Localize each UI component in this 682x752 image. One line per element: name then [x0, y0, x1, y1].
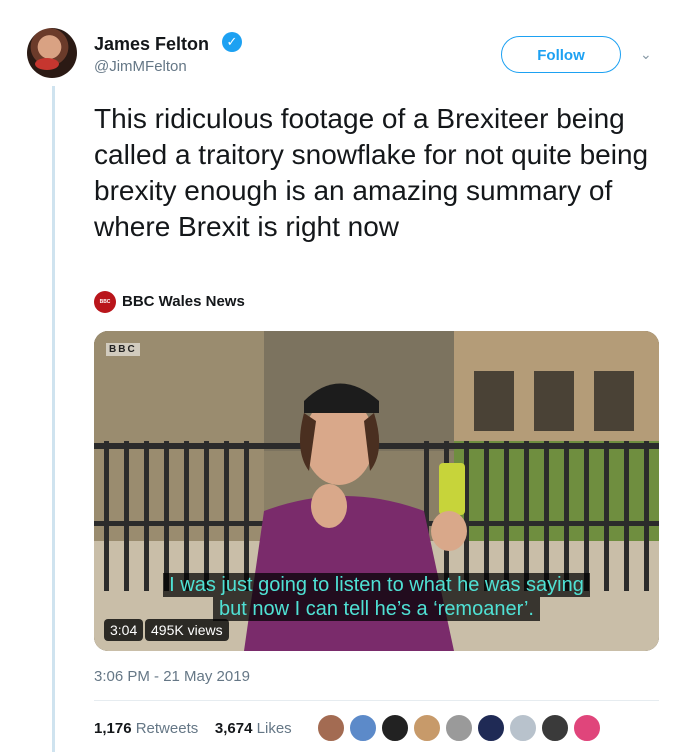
- liker-avatar[interactable]: [317, 714, 345, 742]
- video-views-badge: 495K views: [145, 619, 229, 641]
- follow-button[interactable]: Follow: [501, 36, 621, 73]
- liker-avatar[interactable]: [445, 714, 473, 742]
- divider: [94, 700, 659, 701]
- tweet-text: This ridiculous footage of a Brexiteer b…: [94, 103, 649, 242]
- tweet-timestamp[interactable]: 3:06 PM - 21 May 2019: [94, 668, 250, 685]
- video-player[interactable]: BBC I was just going to listen to what h…: [94, 331, 659, 651]
- author-name[interactable]: James Felton: [94, 33, 209, 55]
- liker-avatar[interactable]: [349, 714, 377, 742]
- verified-badge-icon: ✓: [222, 32, 242, 52]
- author-handle[interactable]: @JimMFelton: [94, 58, 187, 75]
- liker-avatar[interactable]: [477, 714, 505, 742]
- author-avatar[interactable]: [27, 28, 77, 78]
- liker-avatar[interactable]: [413, 714, 441, 742]
- thread-line: [52, 86, 55, 752]
- bbc-watermark: BBC: [106, 343, 140, 356]
- video-subtitle-line-2: but now I can tell he’s a ‘remoaner’.: [94, 597, 659, 621]
- source-name[interactable]: BBC Wales News: [122, 293, 245, 310]
- video-subtitle-line-1: I was just going to listen to what he wa…: [94, 573, 659, 597]
- tweet-stats: 1,176 Retweets 3,674 Likes: [94, 720, 292, 737]
- video-duration-badge: 3:04: [104, 619, 144, 641]
- liker-avatar[interactable]: [509, 714, 537, 742]
- retweets-stat[interactable]: 1,176 Retweets: [94, 720, 198, 737]
- liker-avatar[interactable]: [541, 714, 569, 742]
- bbc-wales-news-logo[interactable]: BBC: [94, 291, 116, 313]
- likes-stat[interactable]: 3,674 Likes: [215, 720, 292, 737]
- liker-avatar[interactable]: [573, 714, 601, 742]
- chevron-down-icon[interactable]: ⌄: [640, 46, 652, 63]
- liker-avatar[interactable]: [381, 714, 409, 742]
